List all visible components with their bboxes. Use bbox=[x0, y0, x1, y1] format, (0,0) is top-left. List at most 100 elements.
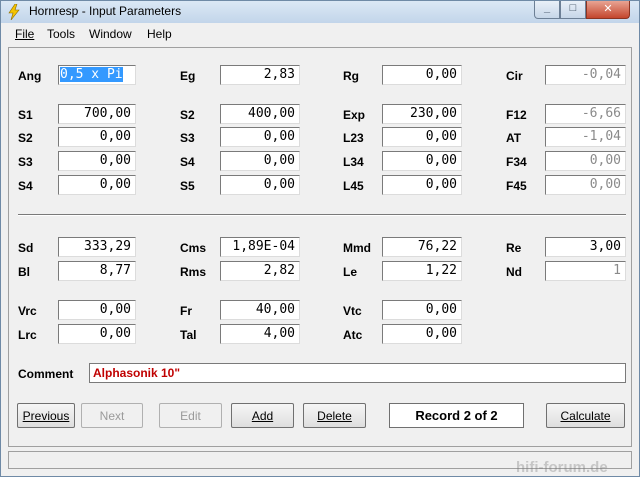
s3-row3-field[interactable]: 0,00 bbox=[58, 151, 136, 171]
f12-field: -6,66 bbox=[545, 104, 626, 124]
l23-field[interactable]: 0,00 bbox=[382, 127, 462, 147]
at-field: -1,04 bbox=[545, 127, 626, 147]
nd-field: 1 bbox=[545, 261, 626, 281]
param-label: Cir bbox=[506, 69, 523, 83]
vrc-field[interactable]: 0,00 bbox=[58, 300, 136, 320]
close-icon: ✕ bbox=[603, 3, 613, 15]
cms-field[interactable]: 1,89E-04 bbox=[220, 237, 300, 257]
eg-field[interactable]: 2,83 bbox=[220, 65, 300, 85]
param-label: AT bbox=[506, 131, 522, 145]
param-label: Eg bbox=[180, 69, 196, 83]
param-label: Lrc bbox=[18, 328, 37, 342]
ang-field[interactable]: 0,5 x Pi bbox=[58, 65, 136, 85]
param-label: Vtc bbox=[343, 304, 362, 318]
s4-field[interactable]: 0,00 bbox=[220, 151, 300, 171]
param-label: Rms bbox=[180, 265, 207, 279]
l34-field[interactable]: 0,00 bbox=[382, 151, 462, 171]
menu-help-label: Help bbox=[147, 27, 172, 41]
s2-row2-field[interactable]: 0,00 bbox=[58, 127, 136, 147]
param-label: Atc bbox=[343, 328, 363, 342]
exp-field[interactable]: 230,00 bbox=[382, 104, 462, 124]
menu-tools-label: Tools bbox=[47, 27, 76, 41]
menu-file[interactable]: File bbox=[15, 27, 34, 41]
f45-field: 0,00 bbox=[545, 175, 626, 195]
s2-field[interactable]: 400,00 bbox=[220, 104, 300, 124]
param-label: S2 bbox=[180, 108, 195, 122]
minimize-button[interactable]: _ bbox=[534, 1, 560, 19]
s5-field[interactable]: 0,00 bbox=[220, 175, 300, 195]
minimize-icon: _ bbox=[543, 2, 551, 14]
rg-field[interactable]: 0,00 bbox=[382, 65, 462, 85]
cir-field: -0,04 bbox=[545, 65, 626, 85]
previous-button[interactable]: Previous bbox=[17, 403, 75, 428]
param-label: L23 bbox=[343, 131, 364, 145]
param-label: Bl bbox=[18, 265, 30, 279]
calculate-button[interactable]: Calculate bbox=[546, 403, 625, 428]
s4-row4-field[interactable]: 0,00 bbox=[58, 175, 136, 195]
param-label: S3 bbox=[180, 131, 195, 145]
param-label: Tal bbox=[180, 328, 197, 342]
bl-field[interactable]: 8,77 bbox=[58, 261, 136, 281]
next-label: Next bbox=[99, 409, 125, 423]
lightning-bolt-icon bbox=[8, 4, 20, 20]
edit-label: Edit bbox=[180, 409, 201, 423]
app-window: Hornresp - Input Parameters _ □ ✕ File T… bbox=[0, 0, 640, 477]
menu-window[interactable]: Window bbox=[89, 27, 132, 41]
s1-field[interactable]: 700,00 bbox=[58, 104, 136, 124]
param-label: Le bbox=[343, 265, 358, 279]
title-bar[interactable]: Hornresp - Input Parameters _ □ ✕ bbox=[1, 1, 639, 23]
vtc-field[interactable]: 0,00 bbox=[382, 300, 462, 320]
lrc-field[interactable]: 0,00 bbox=[58, 324, 136, 344]
maximize-icon: □ bbox=[569, 2, 577, 14]
comment-field[interactable]: Alphasonik 10" bbox=[89, 363, 626, 383]
param-label: Ang bbox=[18, 69, 42, 83]
param-label: S1 bbox=[18, 108, 33, 122]
param-label: Nd bbox=[506, 265, 522, 279]
mmd-field[interactable]: 76,22 bbox=[382, 237, 462, 257]
rms-field[interactable]: 2,82 bbox=[220, 261, 300, 281]
add-button[interactable]: Add bbox=[231, 403, 294, 428]
fr-field[interactable]: 40,00 bbox=[220, 300, 300, 320]
menu-bar: File Tools Window Help bbox=[2, 24, 638, 45]
menu-window-label: Window bbox=[89, 27, 132, 41]
input-parameters-panel: Ang 0,5 x Pi Eg 2,83 Rg 0,00 Cir -0,04 S… bbox=[8, 47, 632, 447]
sd-field[interactable]: 333,29 bbox=[58, 237, 136, 257]
next-button: Next bbox=[81, 403, 143, 428]
param-label: Re bbox=[506, 241, 522, 255]
param-label: F12 bbox=[506, 108, 527, 122]
param-label: Cms bbox=[180, 241, 207, 255]
param-label: S5 bbox=[180, 179, 195, 193]
calculate-label: Calculate bbox=[560, 409, 611, 423]
param-label: Sd bbox=[18, 241, 34, 255]
menu-help[interactable]: Help bbox=[147, 27, 172, 41]
param-label: Mmd bbox=[343, 241, 371, 255]
menu-tools[interactable]: Tools bbox=[47, 27, 75, 41]
delete-button[interactable]: Delete bbox=[303, 403, 366, 428]
s3-field[interactable]: 0,00 bbox=[220, 127, 300, 147]
delete-label: Delete bbox=[317, 409, 352, 423]
menu-file-label: File bbox=[15, 27, 35, 41]
l45-field[interactable]: 0,00 bbox=[382, 175, 462, 195]
previous-label: Previous bbox=[22, 409, 70, 423]
param-label: L45 bbox=[343, 179, 364, 193]
tal-field[interactable]: 4,00 bbox=[220, 324, 300, 344]
param-label: S3 bbox=[18, 155, 33, 169]
param-label: F45 bbox=[506, 179, 527, 193]
param-label: Fr bbox=[180, 304, 192, 318]
ang-value: 0,5 x Pi bbox=[60, 67, 123, 82]
section-divider bbox=[18, 214, 626, 216]
edit-button: Edit bbox=[159, 403, 222, 428]
param-label: S2 bbox=[18, 131, 33, 145]
param-label: L34 bbox=[343, 155, 364, 169]
param-label: Rg bbox=[343, 69, 359, 83]
record-indicator: Record 2 of 2 bbox=[389, 403, 524, 428]
atc-field[interactable]: 0,00 bbox=[382, 324, 462, 344]
close-button[interactable]: ✕ bbox=[586, 1, 630, 19]
le-field[interactable]: 1,22 bbox=[382, 261, 462, 281]
f34-field: 0,00 bbox=[545, 151, 626, 171]
re-field[interactable]: 3,00 bbox=[545, 237, 626, 257]
watermark: hifi-forum.de bbox=[516, 459, 608, 476]
maximize-button[interactable]: □ bbox=[560, 1, 586, 19]
param-label: S4 bbox=[18, 179, 33, 193]
param-label: Exp bbox=[343, 108, 366, 122]
